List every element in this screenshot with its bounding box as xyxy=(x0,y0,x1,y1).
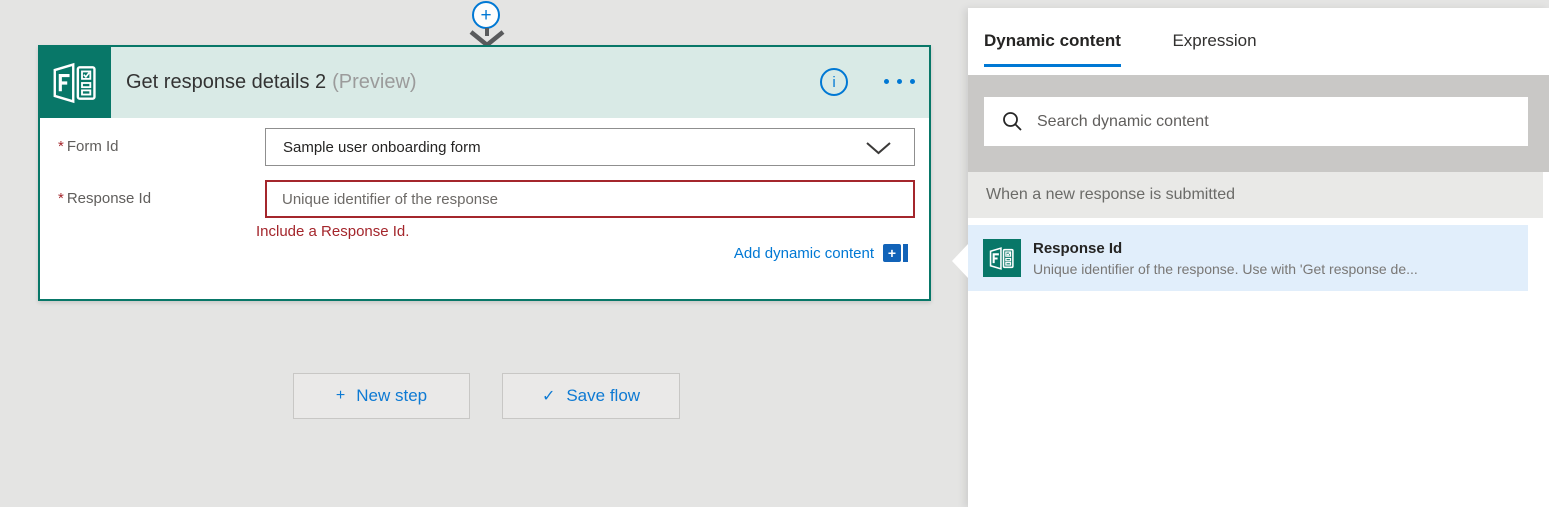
tab-expression[interactable]: Expression xyxy=(1172,31,1256,64)
panel-tabs: Dynamic content Expression xyxy=(968,8,1549,75)
microsoft-forms-icon xyxy=(40,47,111,118)
dynamic-content-item-text: Response Id Unique identifier of the res… xyxy=(1033,240,1418,277)
trigger-group-header: When a new response is submitted xyxy=(968,172,1543,218)
search-box[interactable] xyxy=(984,97,1528,146)
microsoft-forms-icon xyxy=(983,239,1021,277)
form-id-label: *Form Id xyxy=(58,138,119,155)
plus-icon: + xyxy=(480,6,491,25)
chevron-down-icon xyxy=(865,141,892,156)
plus-icon: + xyxy=(336,387,345,405)
add-dynamic-content-label: Add dynamic content xyxy=(734,245,874,262)
info-icon[interactable]: i xyxy=(820,68,848,96)
response-id-label: *Response Id xyxy=(58,190,151,207)
form-id-value: Sample user onboarding form xyxy=(283,139,481,156)
response-id-input[interactable] xyxy=(265,180,915,218)
required-marker: * xyxy=(58,190,64,207)
dynamic-content-panel: Dynamic content Expression When a new re… xyxy=(968,8,1549,507)
dynamic-content-item-response-id[interactable]: Response Id Unique identifier of the res… xyxy=(968,225,1528,291)
ellipsis-menu-icon[interactable] xyxy=(884,79,915,84)
add-dynamic-content-icon-bar xyxy=(903,244,908,262)
new-step-button[interactable]: + New step xyxy=(293,373,470,419)
search-band xyxy=(968,75,1549,172)
panel-callout-beak xyxy=(952,244,968,278)
preview-badge: (Preview) xyxy=(332,71,416,93)
action-card-header[interactable]: Get response details 2(Preview) i xyxy=(40,47,929,118)
insert-step-button[interactable]: + xyxy=(472,1,500,29)
search-icon xyxy=(1002,111,1023,132)
item-description: Unique identifier of the response. Use w… xyxy=(1033,261,1418,277)
required-marker: * xyxy=(58,138,64,155)
form-id-dropdown[interactable]: Sample user onboarding form xyxy=(265,128,915,166)
item-title: Response Id xyxy=(1033,240,1418,257)
check-icon: ✓ xyxy=(542,386,555,406)
action-card-get-response-details: Get response details 2(Preview) i *Form … xyxy=(38,45,931,301)
tab-dynamic-content[interactable]: Dynamic content xyxy=(984,31,1121,67)
save-flow-button[interactable]: ✓ Save flow xyxy=(502,373,680,419)
add-dynamic-content-button[interactable]: Add dynamic content + xyxy=(734,244,908,262)
search-dynamic-content-input[interactable] xyxy=(1023,97,1528,146)
validation-error-text: Include a Response Id. xyxy=(256,223,409,240)
add-dynamic-content-icon: + xyxy=(883,244,901,262)
action-title: Get response details 2(Preview) xyxy=(126,71,417,94)
